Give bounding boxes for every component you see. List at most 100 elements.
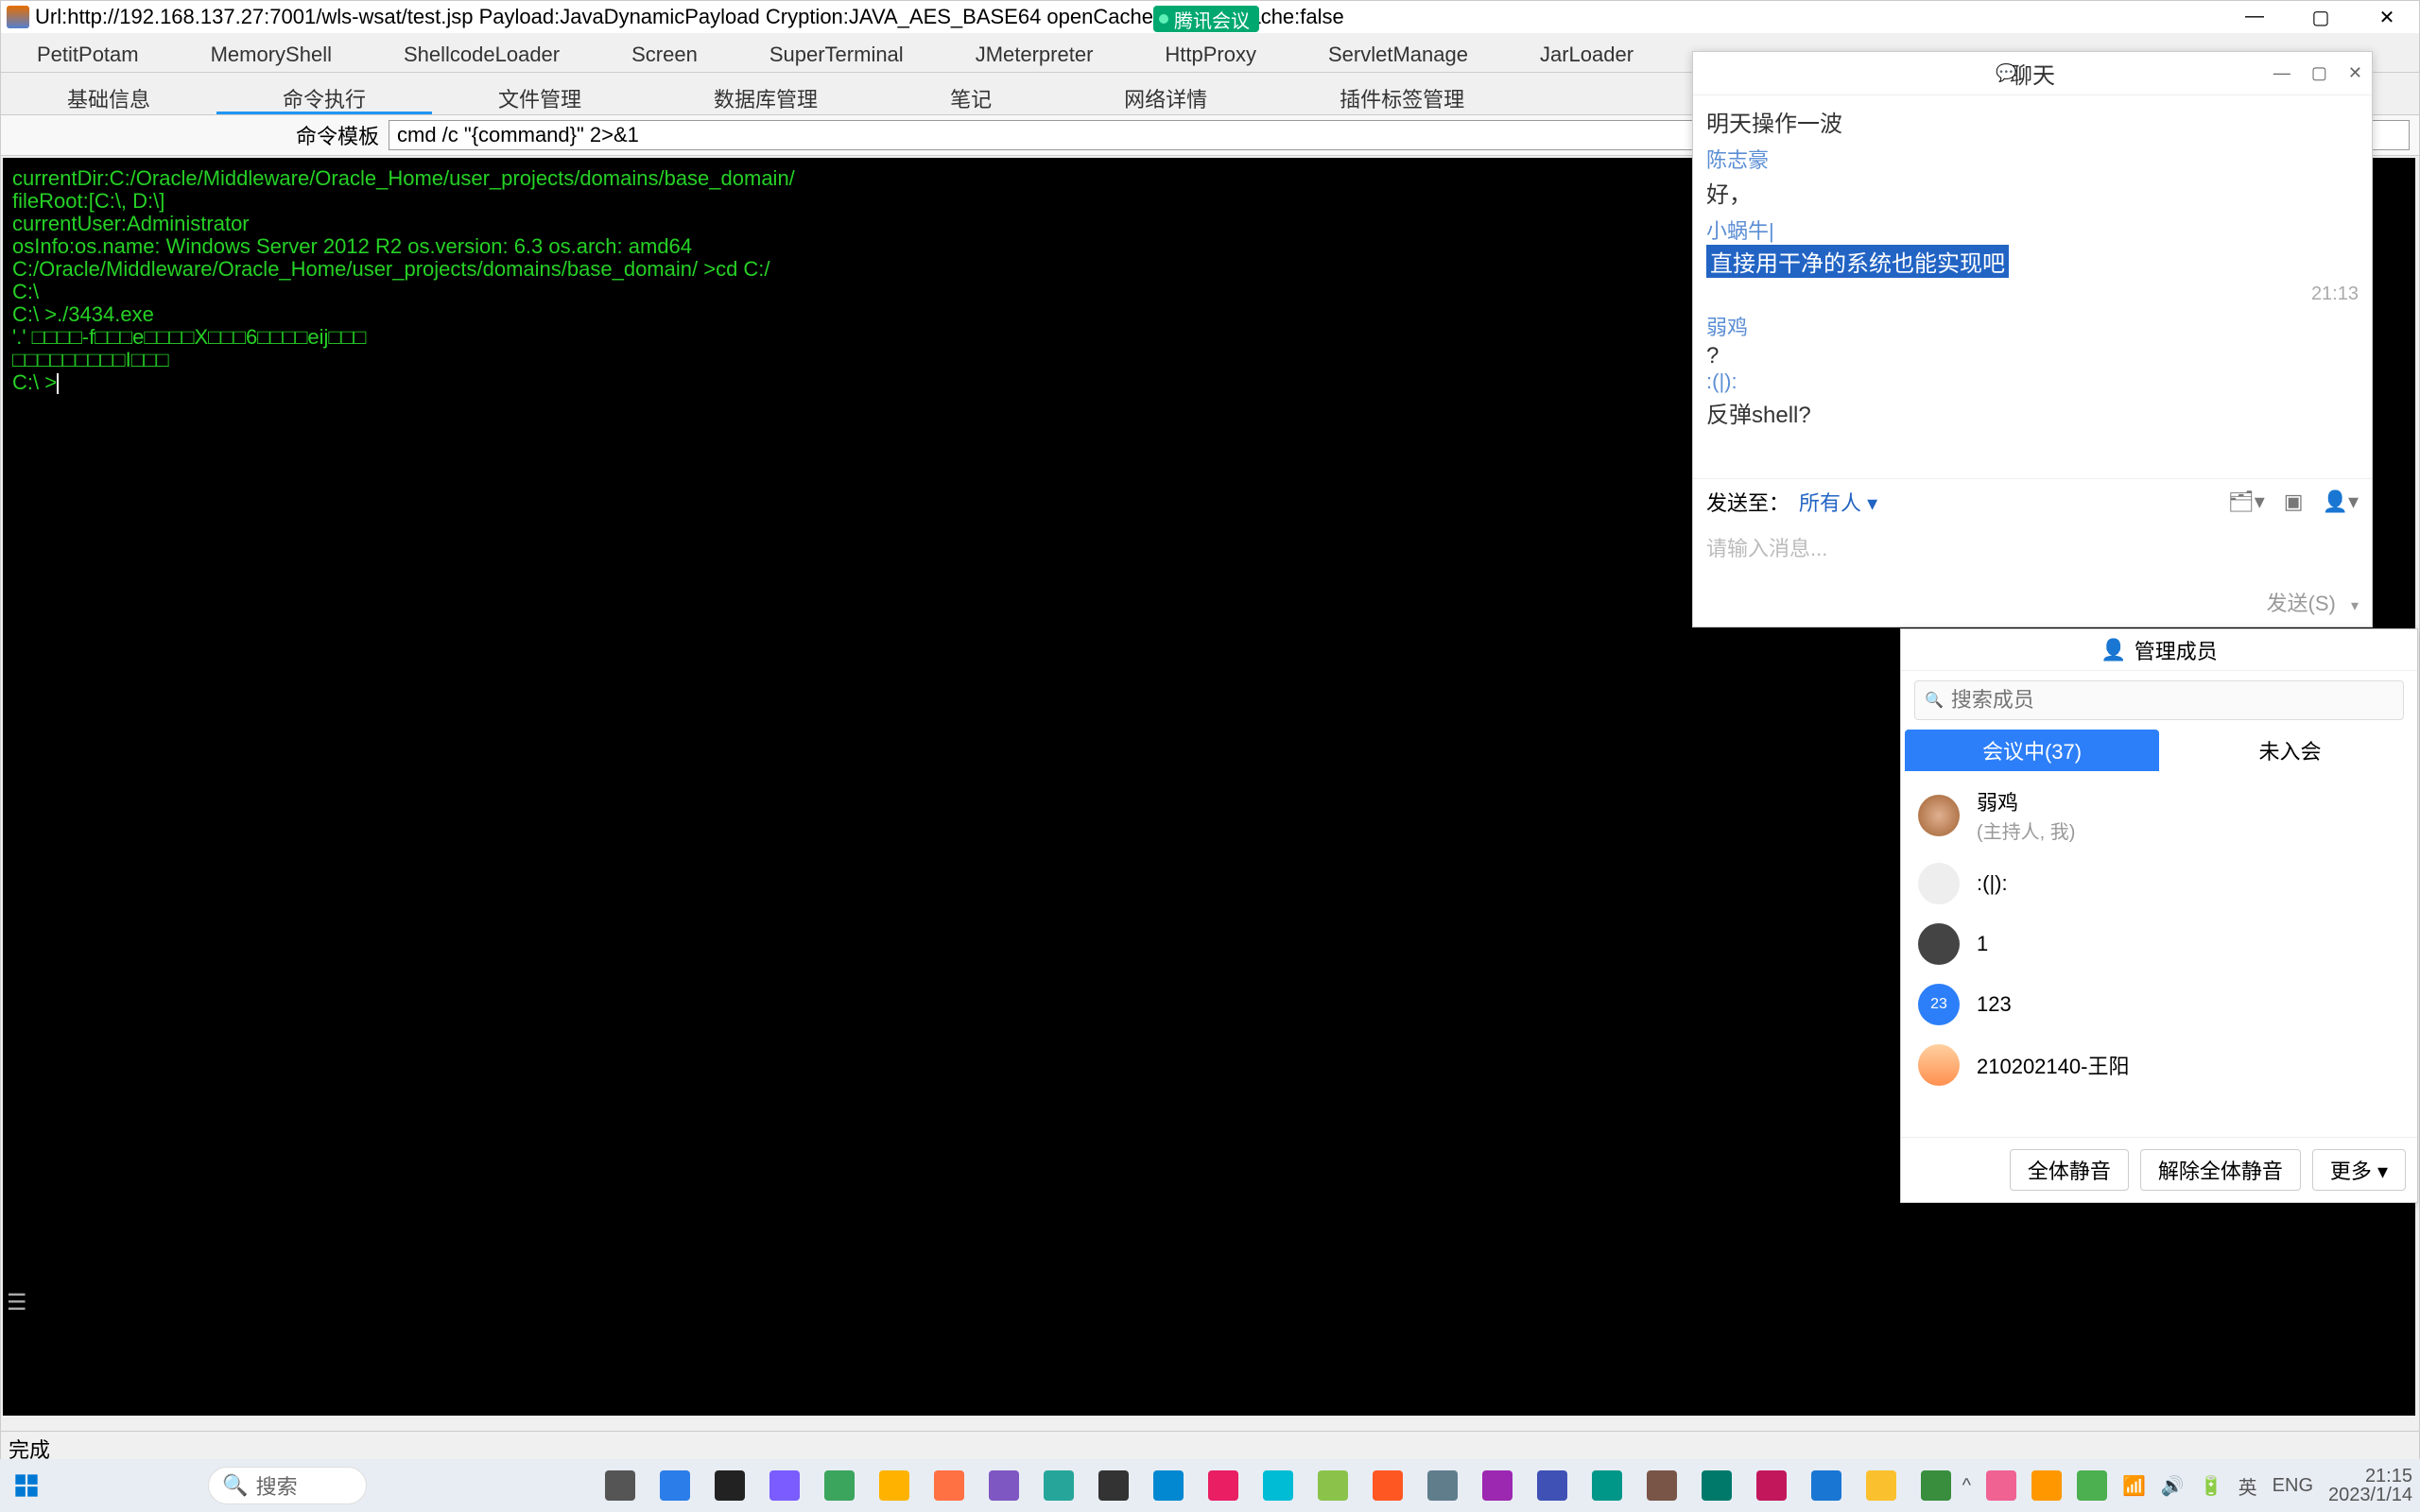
plugin-tab[interactable]: MemoryShell [175,33,368,72]
start-button[interactable] [8,1467,44,1504]
taskbar-app-icon[interactable] [1588,1467,1626,1504]
search-icon: 🔍 [1925,691,1944,710]
lang-indicator[interactable]: ENG [2273,1475,2313,1497]
chat-minimize-button[interactable]: — [2273,63,2290,83]
mute-all-button[interactable]: 全体静音 [2010,1149,2129,1191]
plugin-tab[interactable]: JMeterpreter [940,33,1130,72]
plugin-tab[interactable]: Screen [596,33,734,72]
member-row[interactable]: 1 [1901,914,2417,974]
chat-send-button[interactable]: 发送(S) [2267,592,2336,615]
taskbar-app-icon[interactable] [1478,1467,1516,1504]
maximize-button[interactable]: ▢ [2302,6,2340,29]
chevron-up-icon[interactable]: ^ [1962,1475,1971,1497]
chat-send-dropdown-icon[interactable]: ▾ [2351,598,2359,614]
members-title: 管理成员 [2135,635,2218,665]
taskbar-app-icon[interactable] [1314,1467,1352,1504]
taskbar-app-icon[interactable] [1150,1467,1187,1504]
battery-icon[interactable]: 🔋 [2200,1474,2223,1498]
chat-message-input[interactable]: 请输入消息... [1693,524,2372,581]
taskbar-app-icon[interactable] [601,1467,639,1504]
taskbar-app-icon[interactable] [1259,1467,1297,1504]
taskbar-app-icon[interactable] [656,1467,694,1504]
search-icon: 🔍 [222,1473,248,1498]
taskbar-app-icon[interactable] [1643,1467,1681,1504]
taskbar-app-icon[interactable] [1369,1467,1407,1504]
member-name: 弱鸡 [1977,786,2075,816]
tray-icon[interactable] [2031,1470,2062,1501]
taskbar-app-icon[interactable] [1862,1467,1900,1504]
member-name: 210202140-王阳 [1977,1050,2129,1080]
chat-sender-name: 陈志豪 [1706,144,2359,174]
tab-not-joined[interactable]: 未入会 [2163,730,2417,771]
close-button[interactable]: ✕ [2368,6,2406,29]
members-icon: 👤 [2100,638,2126,662]
chat-sender-name: :(|): [1706,369,2359,394]
plugin-tab[interactable]: SuperTerminal [734,33,940,72]
taskbar-app-icon[interactable] [1095,1467,1132,1504]
contact-icon[interactable]: 👤▾ [2323,490,2359,514]
chat-message-highlighted: 直接用干净的系统也能实现吧 [1706,245,2009,278]
taskbar-app-icon[interactable] [711,1467,749,1504]
sendto-dropdown[interactable]: 所有人 ▾ [1799,487,1877,517]
taskbar-app-icon[interactable] [985,1467,1023,1504]
member-row[interactable]: 弱鸡(主持人, 我) [1901,777,2417,853]
minimize-button[interactable]: — [2236,6,2273,29]
taskbar-app-icon[interactable] [1424,1467,1461,1504]
taskbar-app-icon[interactable] [821,1467,858,1504]
taskbar-pinned [601,1467,1955,1504]
members-search-input[interactable] [1951,688,2394,713]
function-tab[interactable]: 命令执行 [216,73,432,114]
tray-icon[interactable] [1986,1470,2016,1501]
ime-indicator[interactable]: 英 [2238,1472,2257,1500]
taskbar-app-icon[interactable] [1698,1467,1736,1504]
more-button[interactable]: 更多 ▾ [2312,1149,2406,1191]
avatar [1918,1044,1960,1086]
plugin-tab[interactable]: ShellcodeLoader [368,33,596,72]
function-tab[interactable]: 文件管理 [432,73,648,114]
member-row[interactable]: 23123 [1901,974,2417,1035]
system-tray[interactable]: ^ 📶 🔊 🔋 英 ENG 21:15 2023/1/14 [1962,1467,2412,1504]
plugin-tab[interactable]: ServletManage [1292,33,1504,72]
taskbar-search[interactable]: 🔍 搜索 [208,1467,366,1504]
function-tab[interactable]: 基础信息 [1,73,216,114]
chat-close-button[interactable]: ✕ [2348,63,2362,83]
meeting-badge[interactable]: 腾讯会议 [1153,6,1259,32]
taskbar-app-icon[interactable] [1753,1467,1790,1504]
member-row[interactable]: 210202140-王阳 [1901,1035,2417,1095]
taskbar-app-icon[interactable] [1204,1467,1242,1504]
function-tab[interactable]: 网络详情 [1058,73,1273,114]
clock[interactable]: 21:15 2023/1/14 [2328,1467,2412,1504]
screenshot-icon[interactable]: ▣ [2284,490,2304,514]
java-icon [7,6,29,28]
tray-icon[interactable] [2077,1470,2107,1501]
volume-icon[interactable]: 🔊 [2161,1474,2185,1498]
taskbar-app-icon[interactable] [930,1467,968,1504]
wifi-icon[interactable]: 📶 [2122,1474,2146,1498]
taskbar-app-icon[interactable] [1533,1467,1571,1504]
chat-message: 直接用干净的系统也能实现吧 [1706,245,2359,278]
unmute-all-button[interactable]: 解除全体静音 [2140,1149,2301,1191]
chat-message: 明天操作一波 [1706,105,2359,138]
members-list[interactable]: 弱鸡(主持人, 我):(|):123123 210202140-王阳 [1901,771,2417,1137]
tab-in-meeting[interactable]: 会议中(37) [1905,730,2159,771]
taskbar-app-icon[interactable] [1807,1467,1845,1504]
function-tab[interactable]: 数据库管理 [648,73,884,114]
list-icon[interactable]: ☰ [7,1289,35,1317]
members-footer: 全体静音 解除全体静音 更多 ▾ [1901,1137,2417,1202]
members-search: 🔍 [1901,671,2417,730]
chat-maximize-button[interactable]: ▢ [2311,63,2327,83]
chat-sender-name: 小蜗牛| [1706,215,2359,245]
chat-header: 💬 聊天 — ▢ ✕ [1693,52,2372,95]
taskbar-app-icon[interactable] [1040,1467,1078,1504]
plugin-tab[interactable]: PetitPotam [1,33,175,72]
plugin-tab[interactable]: JarLoader [1504,33,1669,72]
plugin-tab[interactable]: HttpProxy [1129,33,1292,72]
taskbar-app-icon[interactable] [766,1467,804,1504]
taskbar-app-icon[interactable] [1917,1467,1955,1504]
chat-message-list[interactable]: 明天操作一波陈志豪好，小蜗牛|直接用干净的系统也能实现吧21:13弱鸡?:(|)… [1693,95,2372,478]
taskbar-app-icon[interactable] [875,1467,913,1504]
function-tab[interactable]: 笔记 [884,73,1058,114]
folder-icon[interactable]: 🗂▾ [2228,490,2265,514]
function-tab[interactable]: 插件标签管理 [1273,73,1530,114]
member-row[interactable]: :(|): [1901,853,2417,914]
